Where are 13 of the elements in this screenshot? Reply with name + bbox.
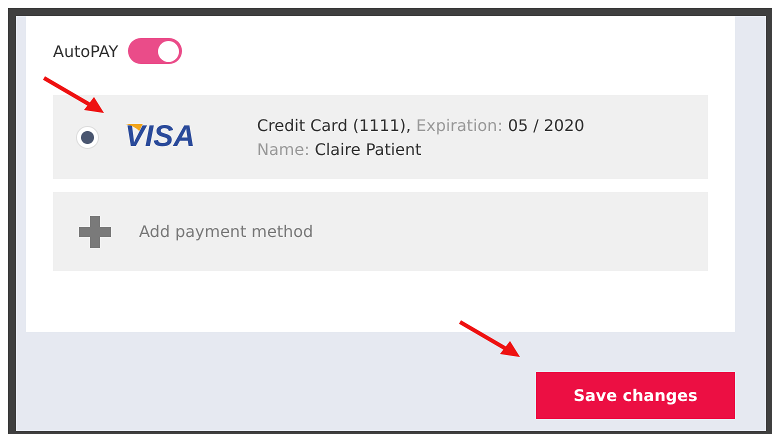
- radio-button[interactable]: [76, 126, 99, 148]
- add-payment-method-button[interactable]: Add payment method: [53, 192, 708, 271]
- card-details: Credit Card (1111), Expiration: 05 / 2020: [257, 116, 584, 134]
- card-brand-logo: VISA: [125, 122, 196, 152]
- autopay-label: AutoPAY: [53, 42, 118, 60]
- add-payment-label: Add payment method: [139, 222, 314, 241]
- annotation-arrow: [42, 76, 106, 116]
- cardholder-name: Name: Claire Patient: [257, 140, 422, 158]
- save-changes-button[interactable]: Save changes: [536, 372, 735, 419]
- payment-method-card[interactable]: VISA Credit Card (1111), Expiration: 05 / 2020 Name: Claire Patient: [53, 95, 708, 179]
- annotation-arrow: [458, 320, 522, 360]
- autopay-toggle[interactable]: [128, 38, 182, 64]
- plus-icon: [79, 216, 111, 248]
